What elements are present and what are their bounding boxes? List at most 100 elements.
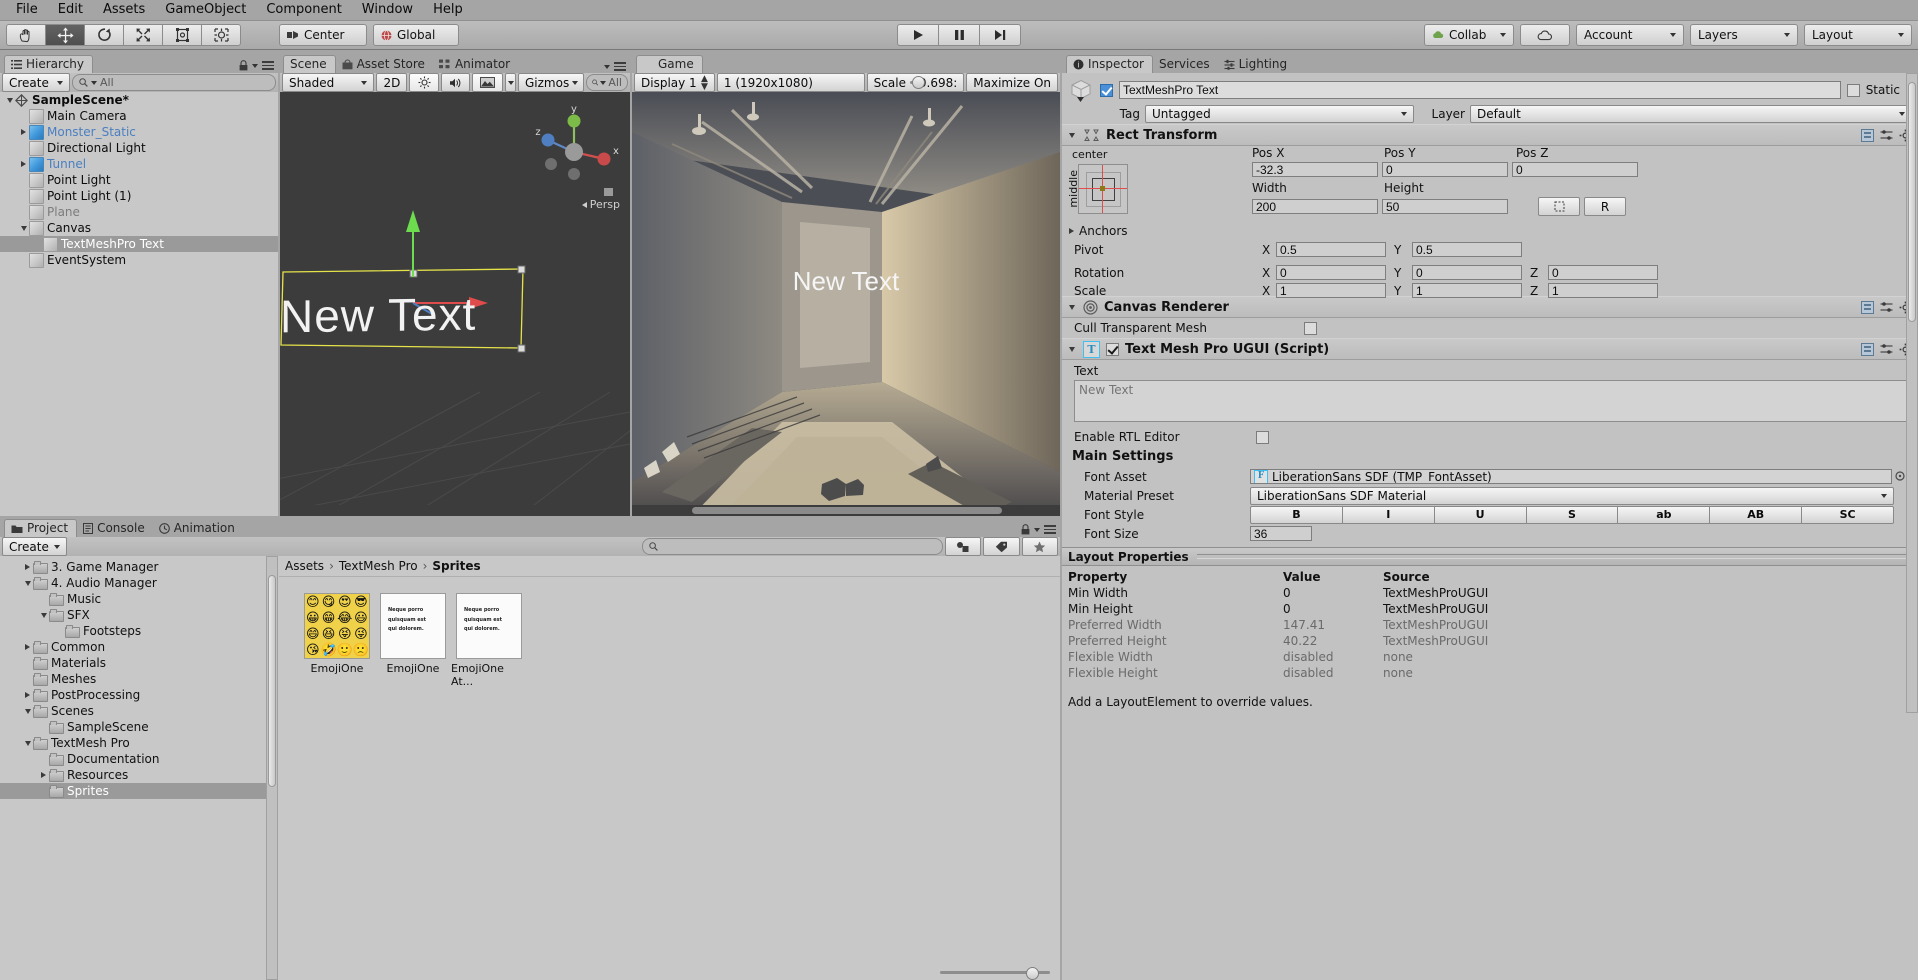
font-style-u-button[interactable]: U [1433, 505, 1526, 524]
foldout-arrow-icon[interactable] [22, 706, 33, 717]
asset-item[interactable]: 😊 😋 😍 😎 😀 😁 😂 😃 😄 😆 😝 😜 😘 🤣 🙂 🙁 EmojiOne [299, 593, 375, 688]
scale-slider-track[interactable] [909, 76, 925, 89]
layout-button[interactable]: Layout [1804, 24, 1912, 46]
project-tree-item-scenes[interactable]: Scenes [0, 703, 266, 719]
menu-component[interactable]: Component [256, 0, 351, 20]
pos-z-field[interactable] [1512, 162, 1638, 177]
zoom-slider-knob[interactable] [1025, 967, 1039, 980]
foldout-arrow-icon[interactable] [22, 578, 33, 589]
tmp-rtl-checkbox[interactable] [1256, 430, 1269, 444]
tmp-enabled-checkbox[interactable] [1106, 342, 1119, 356]
foldout-arrow-icon[interactable] [22, 738, 33, 749]
collab-button[interactable]: Collab [1424, 24, 1514, 46]
asset-item[interactable]: Neque porro quisquam est qui dolorem. Emoj… [375, 593, 451, 688]
pause-button[interactable] [938, 24, 979, 46]
menu-window[interactable]: Window [352, 0, 423, 20]
font-size-field[interactable] [1250, 526, 1312, 541]
project-tree-item-samplescene[interactable]: SampleScene [0, 719, 266, 735]
scene-fx-dropdown[interactable] [505, 73, 516, 92]
rect-transform-header[interactable]: Rect Transform [1062, 124, 1918, 146]
account-button[interactable]: Account [1576, 24, 1684, 46]
hierarchy-item-tunnel[interactable]: Tunnel [0, 156, 278, 172]
preset-icon[interactable] [1861, 128, 1874, 142]
hierarchy-item-canvas[interactable]: Canvas [0, 220, 278, 236]
game-viewport[interactable]: New Text [632, 92, 1060, 516]
font-style-b-button[interactable]: B [1250, 505, 1342, 524]
font-style-ab-button[interactable]: AB [1709, 505, 1802, 524]
asset-item[interactable]: Neque porro quisquam est qui dolorem. Emoj… [451, 593, 527, 688]
foldout-arrow-icon[interactable] [4, 95, 15, 106]
cull-transparent-mesh-checkbox[interactable] [1304, 321, 1317, 335]
tab-scene[interactable]: Scene [283, 55, 336, 73]
tab-asset-store[interactable]: Asset Store [336, 56, 433, 73]
hierarchy-item-eventsystem[interactable]: EventSystem [0, 252, 278, 268]
project-tree-item-music[interactable]: Music [0, 591, 266, 607]
hierarchy-search-input[interactable]: All [72, 74, 276, 91]
lock-icon[interactable] [1021, 524, 1030, 535]
panel-menu-icon[interactable] [262, 61, 274, 70]
lock-icon[interactable] [239, 60, 248, 71]
foldout-arrow-icon[interactable] [1066, 344, 1077, 355]
scale-x-field[interactable] [1276, 283, 1386, 298]
blueprint-mode-button[interactable] [1538, 197, 1580, 216]
menu-file[interactable]: File [6, 0, 48, 20]
scene-fx-toggle[interactable] [472, 73, 504, 92]
rotation-y-field[interactable] [1412, 265, 1522, 280]
anchors-foldout[interactable]: Anchors [1066, 224, 1128, 238]
tab-services[interactable]: Services [1153, 56, 1218, 73]
tab-animation[interactable]: Animation [153, 520, 243, 537]
project-favorites-button[interactable] [1021, 537, 1059, 556]
foldout-arrow-icon[interactable] [1066, 226, 1077, 237]
breadcrumb-item-1[interactable]: TextMesh Pro [339, 559, 418, 573]
menu-gameobject[interactable]: GameObject [155, 0, 256, 20]
tab-console[interactable]: Console [77, 520, 153, 537]
pos-y-field[interactable] [1382, 162, 1508, 177]
project-filter-label-button[interactable] [983, 537, 1020, 556]
preset-icon[interactable] [1861, 342, 1874, 356]
foldout-arrow-icon[interactable] [38, 770, 49, 781]
scale-z-field[interactable] [1548, 283, 1658, 298]
layers-button[interactable]: Layers [1690, 24, 1798, 46]
game-hscrollbar[interactable] [632, 505, 1060, 516]
project-search-input[interactable] [641, 538, 943, 555]
scene-lighting-toggle[interactable] [409, 73, 439, 92]
hierarchy-item-point-light[interactable]: Point Light [0, 172, 278, 188]
project-tree-item-materials[interactable]: Materials [0, 655, 266, 671]
tab-lighting[interactable]: Lighting [1218, 56, 1296, 73]
hierarchy-create-button[interactable]: Create [2, 73, 70, 92]
font-style-sc-button[interactable]: SC [1801, 505, 1895, 524]
tab-hierarchy[interactable]: Hierarchy [4, 55, 94, 73]
hand-tool-button[interactable] [6, 24, 45, 46]
menu-edit[interactable]: Edit [48, 0, 93, 20]
panel-menu-icon[interactable] [1044, 525, 1056, 534]
breadcrumb-item-2[interactable]: Sprites [432, 559, 480, 573]
pivot-rotation-button[interactable]: Global [373, 24, 459, 46]
project-filter-type-button[interactable] [944, 537, 982, 556]
foldout-arrow-icon[interactable] [22, 562, 33, 573]
rotation-z-field[interactable] [1548, 265, 1658, 280]
scene-gizmos-dropdown[interactable]: Gizmos [517, 73, 584, 92]
font-style-ab-button[interactable]: ab [1617, 505, 1710, 524]
breadcrumb-item-0[interactable]: Assets [285, 559, 324, 573]
move-tool-button[interactable] [45, 24, 84, 46]
scene-draw-mode-dropdown[interactable]: Shaded [282, 73, 375, 92]
tmp-text-textarea[interactable] [1074, 380, 1910, 422]
scale-tool-button[interactable] [123, 24, 162, 46]
project-tree-scrollbar[interactable] [266, 556, 278, 980]
hierarchy-item-textmeshpro-text[interactable]: TextMeshPro Text [0, 236, 278, 252]
panel-menu-icon[interactable] [614, 62, 626, 71]
project-tree-item-footsteps[interactable]: Footsteps [0, 623, 266, 639]
settings-sliders-icon[interactable] [1880, 343, 1893, 356]
foldout-arrow-icon[interactable] [22, 642, 33, 653]
pivot-x-field[interactable] [1276, 242, 1386, 257]
preset-icon[interactable] [1861, 300, 1874, 314]
static-checkbox[interactable] [1846, 83, 1860, 97]
rotate-tool-button[interactable] [84, 24, 123, 46]
scene-audio-toggle[interactable] [440, 73, 471, 92]
hierarchy-item-monster-static[interactable]: Monster_Static [0, 124, 278, 140]
scene-hscrollbar[interactable] [280, 505, 630, 516]
foldout-arrow-icon[interactable] [18, 159, 29, 170]
scene-viewport[interactable]: y x z Persp New Text [280, 92, 630, 516]
layer-dropdown[interactable]: Default [1470, 105, 1912, 123]
height-field[interactable] [1382, 199, 1508, 214]
